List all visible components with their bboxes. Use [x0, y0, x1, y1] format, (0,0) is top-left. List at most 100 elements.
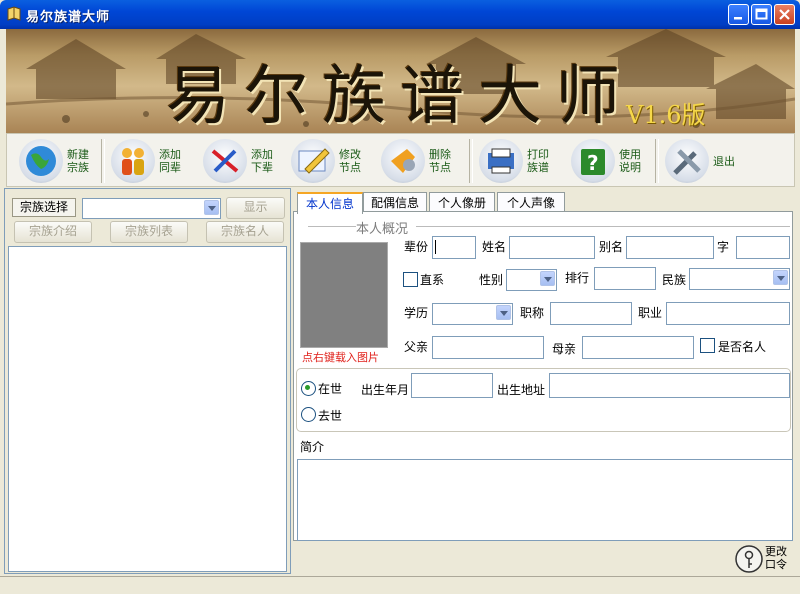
- print-tree-label: 打印 族谱: [527, 148, 549, 174]
- birth-place-label: 出生地址: [497, 383, 546, 397]
- edit-icon: [291, 139, 335, 183]
- text-caret: [435, 240, 436, 254]
- chevron-down-icon[interactable]: [773, 270, 788, 285]
- education-dropdown[interactable]: [432, 303, 513, 325]
- deceased-label: 去世: [318, 409, 343, 423]
- lock-icon: [735, 545, 763, 573]
- gender-label: 性别: [479, 273, 504, 287]
- rank-label: 排行: [565, 271, 590, 285]
- title-bar[interactable]: 易尔族谱大师: [0, 0, 800, 29]
- add-child-button[interactable]: 添加 下辈: [199, 136, 283, 186]
- change-password-label: 更改 口令: [765, 545, 787, 571]
- show-button[interactable]: 显示: [226, 197, 285, 219]
- birth-place-input[interactable]: [549, 373, 790, 398]
- rank-input[interactable]: [594, 267, 656, 290]
- famous-person-label: 是否名人: [718, 340, 767, 354]
- toolbar-separator: [469, 139, 473, 183]
- education-label: 学历: [404, 306, 429, 320]
- alive-label: 在世: [318, 382, 343, 396]
- toolbar: 新建 宗族 添加 同辈 添加 下辈 修改 节点 删除 节点 打印 族谱 ? 使用…: [6, 133, 795, 187]
- toolbar-separator: [101, 139, 105, 183]
- delete-icon: [381, 139, 425, 183]
- new-clan-button[interactable]: 新建 宗族: [15, 136, 99, 186]
- tab-audio-video[interactable]: 个人声像: [497, 192, 565, 213]
- generation-input[interactable]: [432, 236, 476, 259]
- clan-select-dropdown[interactable]: [82, 198, 221, 219]
- delete-node-label: 删除 节点: [429, 148, 451, 174]
- window-title: 易尔族谱大师: [26, 10, 111, 25]
- direct-line-label: 直系: [420, 273, 445, 287]
- close-button[interactable]: [774, 4, 795, 25]
- clan-list-button[interactable]: 宗族列表: [110, 221, 188, 243]
- famous-person-checkbox[interactable]: [700, 338, 715, 353]
- mother-input[interactable]: [582, 336, 694, 359]
- clan-celebrity-button[interactable]: 宗族名人: [206, 221, 284, 243]
- clan-intro-button[interactable]: 宗族介绍: [14, 221, 92, 243]
- tab-photo-album[interactable]: 个人像册: [429, 192, 495, 213]
- maximize-button[interactable]: [751, 4, 772, 25]
- add-sibling-button[interactable]: 添加 同辈: [107, 136, 191, 186]
- people-icon: [111, 139, 155, 183]
- job-title-input[interactable]: [550, 302, 632, 325]
- father-label: 父亲: [404, 340, 429, 354]
- exit-icon: [665, 139, 709, 183]
- globe-icon: [19, 139, 63, 183]
- occupation-input[interactable]: [666, 302, 790, 325]
- delete-node-button[interactable]: 删除 节点: [377, 136, 461, 186]
- section-title: 本人概况: [356, 222, 409, 237]
- edit-node-label: 修改 节点: [339, 148, 361, 174]
- name-label: 姓名: [482, 240, 507, 254]
- change-password-button[interactable]: 更改 口令: [734, 544, 794, 574]
- ethnicity-dropdown[interactable]: [689, 268, 790, 290]
- tab-self-info[interactable]: 本人信息: [297, 192, 363, 214]
- direct-line-checkbox[interactable]: [403, 272, 418, 287]
- close-icon: [779, 9, 790, 20]
- birth-date-label: 出生年月: [361, 383, 410, 397]
- status-bar: [0, 576, 800, 594]
- birth-date-input[interactable]: [411, 373, 493, 398]
- alias-input[interactable]: [626, 236, 714, 259]
- chevron-down-icon[interactable]: [204, 200, 219, 215]
- exit-label: 退出: [713, 155, 735, 168]
- alive-radio[interactable]: [301, 381, 316, 396]
- chevron-down-icon[interactable]: [540, 271, 555, 286]
- deceased-radio[interactable]: [301, 407, 316, 422]
- ethnicity-label: 民族: [662, 273, 687, 287]
- app-book-icon[interactable]: [6, 6, 22, 22]
- maximize-icon: [755, 8, 768, 20]
- courtesy-name-label: 字: [717, 240, 730, 254]
- job-title-label: 职称: [520, 306, 545, 320]
- generation-label: 辈份: [404, 240, 429, 254]
- clan-tree-view[interactable]: [8, 246, 287, 572]
- name-input[interactable]: [509, 236, 595, 259]
- occupation-label: 职业: [638, 306, 663, 320]
- photo-hint: 点右键载入图片: [302, 351, 379, 364]
- tab-spouse-info[interactable]: 配偶信息: [363, 192, 427, 213]
- person-photo[interactable]: [300, 242, 388, 348]
- bio-textarea[interactable]: [297, 459, 793, 541]
- section-divider: [416, 226, 790, 227]
- minimize-icon: [734, 17, 742, 20]
- tools-icon: [203, 139, 247, 183]
- help-button[interactable]: ? 使用 说明: [567, 136, 651, 186]
- self-info-tab-content: 本人概况 点右键载入图片 辈份 姓名 别名 字 直系 性别 排行 民族 学历 职…: [293, 211, 793, 541]
- gender-dropdown[interactable]: [506, 269, 557, 291]
- print-tree-button[interactable]: 打印 族谱: [475, 136, 559, 186]
- clan-select-label: 宗族选择: [12, 198, 76, 217]
- courtesy-name-input[interactable]: [736, 236, 790, 259]
- mother-label: 母亲: [552, 342, 577, 356]
- chevron-down-icon[interactable]: [496, 305, 511, 320]
- add-child-label: 添加 下辈: [251, 148, 273, 174]
- minimize-button[interactable]: [728, 4, 749, 25]
- alias-label: 别名: [599, 240, 624, 254]
- new-clan-label: 新建 宗族: [67, 148, 89, 174]
- print-icon: [479, 139, 523, 183]
- father-input[interactable]: [432, 336, 544, 359]
- bio-label: 简介: [300, 440, 325, 454]
- exit-button[interactable]: 退出: [661, 136, 745, 186]
- banner-painting: 易尔族谱大师 V1.6版: [6, 29, 795, 133]
- add-sibling-label: 添加 同辈: [159, 148, 181, 174]
- edit-node-button[interactable]: 修改 节点: [287, 136, 371, 186]
- banner-version: V1.6版: [626, 101, 706, 129]
- help-label: 使用 说明: [619, 148, 641, 174]
